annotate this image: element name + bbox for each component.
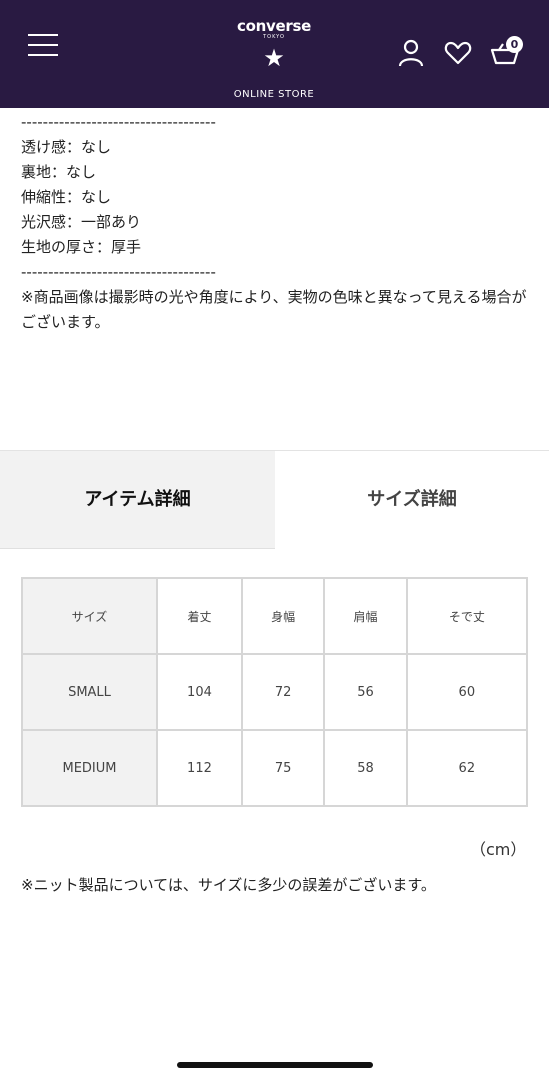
header-cell-size: サイズ — [21, 577, 158, 655]
header-cell-sleeve: そで丈 — [405, 577, 529, 655]
row-label-medium: MEDIUM — [21, 729, 158, 807]
hamburger-menu-icon[interactable] — [28, 34, 58, 56]
unit-label: （cm） — [470, 840, 527, 859]
table-cell: 56 — [323, 653, 408, 731]
knit-size-note: ※ニット製品については、サイズに多少の誤差がございます。 — [21, 876, 436, 894]
spec-thickness: 生地の厚さ：厚手 — [21, 238, 142, 256]
account-icon[interactable] — [396, 38, 426, 68]
favorite-heart-icon[interactable] — [444, 40, 474, 70]
table-cell: 75 — [240, 729, 326, 807]
spec-gloss: 光沢感：一部あり — [21, 213, 142, 231]
home-indicator[interactable] — [177, 1062, 373, 1068]
divider-top: ------------------------------------ — [21, 113, 216, 131]
converse-logo[interactable]: converse TOKYO ★ — [224, 18, 324, 72]
table-cell: 62 — [405, 729, 529, 807]
tab-size-detail[interactable]: サイズ詳細 — [275, 451, 549, 548]
table-row: MEDIUM 112 75 58 62 — [21, 729, 529, 807]
table-cell: 60 — [405, 653, 529, 731]
brand-word: converse — [237, 17, 311, 35]
size-table: サイズ 着丈 身幅 肩幅 そで丈 SMALL 104 72 56 60 MEDI… — [21, 577, 529, 807]
cart-count-badge: 0 — [506, 36, 523, 53]
table-cell: 112 — [156, 729, 243, 807]
table-cell: 58 — [323, 729, 408, 807]
spec-see-through: 透け感：なし — [21, 138, 112, 156]
tab-item-detail[interactable]: アイテム詳細 — [0, 451, 275, 549]
divider-bottom: ------------------------------------ — [21, 263, 216, 281]
row-label-small: SMALL — [21, 653, 158, 731]
color-disclaimer: ※商品画像は撮影時の光や角度により、実物の色味と異なって見える場合がございます。 — [21, 288, 527, 331]
spec-stretch: 伸縮性：なし — [21, 188, 112, 206]
table-row: SMALL 104 72 56 60 — [21, 653, 529, 731]
item-description: ------------------------------------ 透け感… — [21, 110, 531, 335]
spec-lining: 裏地：なし — [21, 163, 97, 181]
store-label: ONLINE STORE — [233, 89, 315, 100]
star-logo-icon: ★ — [263, 44, 285, 72]
header-cell-shoulder: 肩幅 — [323, 577, 408, 655]
header-cell-length: 着丈 — [156, 577, 243, 655]
header-cell-width: 身幅 — [240, 577, 326, 655]
table-cell: 72 — [240, 653, 326, 731]
site-header: converse TOKYO ★ ONLINE STORE 0 — [0, 0, 549, 108]
table-header-row: サイズ 着丈 身幅 肩幅 そで丈 — [21, 577, 529, 655]
table-cell: 104 — [156, 653, 243, 731]
